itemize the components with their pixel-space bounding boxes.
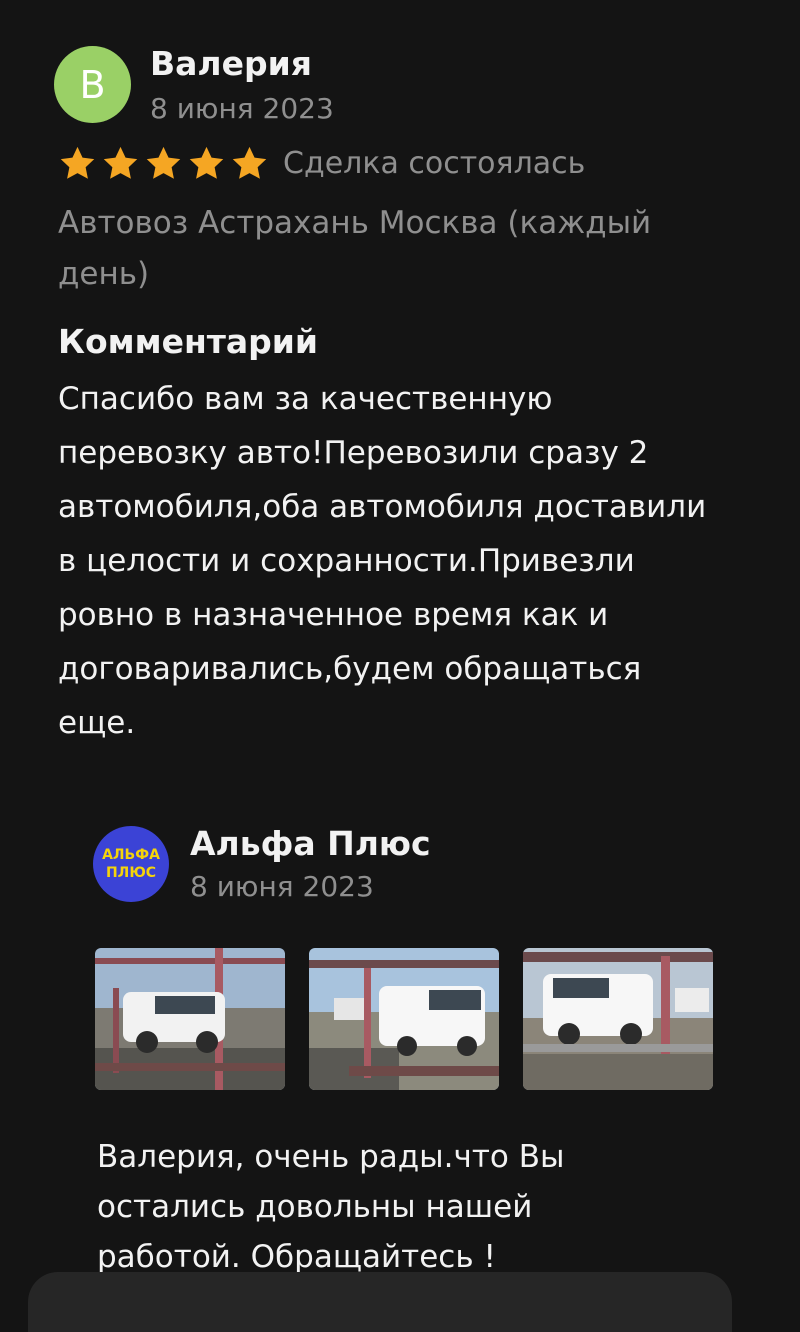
company-logo-line1: АЛЬФА xyxy=(102,847,160,863)
star-icon xyxy=(146,146,181,179)
company-logo-line2: ПЛЮС xyxy=(105,865,157,881)
photo-gallery xyxy=(95,948,713,1090)
reviewer-avatar[interactable]: В xyxy=(54,46,131,123)
star-icon xyxy=(189,146,224,179)
deal-status: Сделка состоялась xyxy=(283,145,586,181)
comment-text: Спасибо вам за качественную перевозку ав… xyxy=(58,381,707,741)
company-name[interactable]: Альфа Плюс xyxy=(190,824,431,863)
car-transporter-photo[interactable] xyxy=(95,948,285,1090)
car-transporter-photo[interactable] xyxy=(309,948,499,1090)
comment-heading: Комментарий xyxy=(58,322,319,361)
rating-row: Сделка состоялась xyxy=(58,140,585,186)
star-icon xyxy=(60,146,95,179)
star-icon xyxy=(103,146,138,179)
reply-date: 8 июня 2023 xyxy=(190,870,374,903)
review-date: 8 июня 2023 xyxy=(150,92,334,125)
company-logo[interactable]: АЛЬФА ПЛЮС xyxy=(93,826,169,902)
reply-text: Валерия, очень рады.что Вы остались дово… xyxy=(97,1139,565,1275)
reviewer-name[interactable]: Валерия xyxy=(150,44,312,83)
service-name[interactable]: Автовоз Астрахань Москва (каждый день) xyxy=(58,198,718,300)
star-icon xyxy=(232,146,267,179)
bottom-sheet[interactable] xyxy=(28,1272,732,1332)
star-rating xyxy=(58,144,269,183)
car-transporter-photo[interactable] xyxy=(523,948,713,1090)
